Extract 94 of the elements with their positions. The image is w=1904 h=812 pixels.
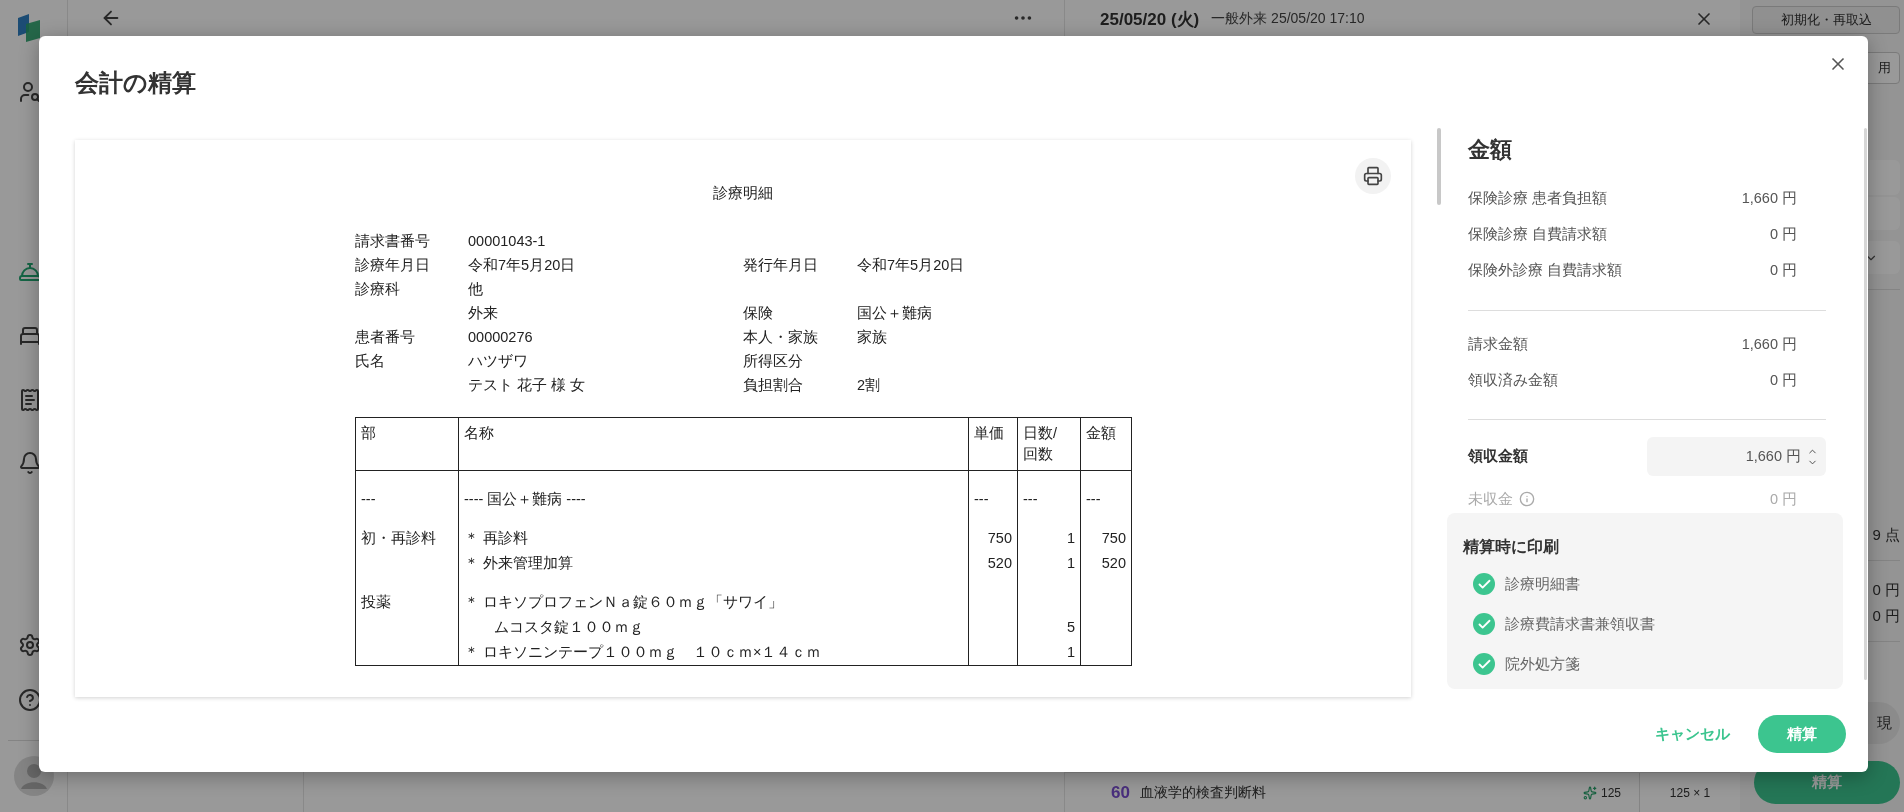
visit-date: 25/05/20 (火) <box>1100 8 1200 31</box>
item-quantity: 125 × 1 <box>1668 785 1712 800</box>
visit-info: 一般外来 25/05/20 17:10 <box>1211 10 1366 28</box>
sparkle-icon <box>1582 785 1597 800</box>
table-cell: ＊ ロキソプロフェンＮａ錠６０ｍｇ「サワイ」 <box>464 594 784 610</box>
field-value: 令和7年5月20日 <box>857 255 966 275</box>
printer-icon <box>1363 166 1383 186</box>
settings-icon[interactable] <box>18 633 42 657</box>
amount-label: 保険診療 自費請求額 <box>1468 224 1608 244</box>
amount-text: 0 円 <box>1872 606 1900 626</box>
amount-label: 未収金 <box>1468 489 1513 509</box>
column-header: 部 <box>355 417 459 471</box>
table-cell: 初・再診料 <box>361 530 436 546</box>
table-cell: ＊ ロキソニンテープ１００ｍｇ １０ｃｍ×１４ｃｍ <box>464 644 822 660</box>
field-value: 他 <box>468 279 484 299</box>
amount-value: 0 円 <box>1769 224 1797 244</box>
table-cell: --- <box>361 491 376 507</box>
bell-icon[interactable] <box>18 451 42 475</box>
scrollbar[interactable] <box>1437 128 1441 205</box>
field-label: 請求書番号 <box>355 231 431 251</box>
receipt-icon[interactable] <box>18 388 42 412</box>
table-cell: 750 <box>1101 530 1126 546</box>
scrollbar[interactable] <box>1864 128 1867 680</box>
table-cell: ＊ 再診料 <box>464 530 529 546</box>
table-cell: 5 <box>1066 619 1075 635</box>
field-label: 診療年月日 <box>355 255 431 275</box>
amount-label: 請求金額 <box>1468 334 1528 354</box>
bed-icon[interactable] <box>18 324 42 348</box>
document-title: 診療明細 <box>712 184 774 203</box>
checkbox-label: 院外処方箋 <box>1505 654 1580 674</box>
column-header: 日数/ 回数 <box>1017 417 1081 471</box>
field-value: 令和7年5月20日 <box>468 255 577 275</box>
column-header: 金額 <box>1080 417 1132 471</box>
table-cell: 750 <box>987 530 1012 546</box>
points-text: 9 点 <box>1872 525 1900 545</box>
amount-label: 保険外診療 自費請求額 <box>1468 260 1623 280</box>
field-value: 2割 <box>857 375 882 395</box>
column-header: 名称 <box>458 417 969 471</box>
amount-label: 保険診療 患者負担額 <box>1468 188 1608 208</box>
amount-value: 1,660 円 <box>1741 188 1797 208</box>
item-name: 血液学的検査判断料 <box>1139 783 1267 802</box>
table-cell: --- <box>1086 491 1101 507</box>
amount-label: 領収金額 <box>1468 447 1528 466</box>
section-title: 金額 <box>1468 136 1513 164</box>
field-value: ハツザワ <box>468 351 529 371</box>
field-value: 00001043-1 <box>468 233 547 249</box>
field-value: 00000276 <box>468 329 534 345</box>
logo-icon <box>18 14 40 42</box>
table-cell-text: ムコスタ錠１００ｍｇ <box>493 619 644 635</box>
field-label: 患者番号 <box>355 327 416 347</box>
cancel-button[interactable]: キャンセル <box>1655 724 1730 744</box>
table-cell: 520 <box>987 555 1012 571</box>
field-label: 発行年月日 <box>743 255 819 275</box>
dialog-title: 会計の精算 <box>75 68 196 98</box>
table-cell: 1 <box>1066 530 1075 546</box>
field-value: 国公＋難病 <box>857 303 933 323</box>
checkbox[interactable] <box>1473 653 1495 675</box>
table-cell: 1 <box>1066 644 1075 660</box>
table-cell: --- <box>974 491 989 507</box>
table-cell: ＊ 外来管理加算 <box>464 555 574 571</box>
help-icon[interactable] <box>18 688 42 712</box>
checkbox-label: 診療明細書 <box>1505 574 1580 594</box>
checkbox-label: 診療費請求書兼領収書 <box>1505 614 1655 634</box>
table-cell: 1 <box>1066 555 1075 571</box>
checkbox[interactable] <box>1473 573 1495 595</box>
submit-button[interactable]: 精算 <box>1758 715 1846 753</box>
amount-input[interactable]: 1,660 円 <box>1647 437 1826 476</box>
reset-button[interactable]: 初期化・再取込 <box>1752 6 1900 34</box>
table-cell: 520 <box>1101 555 1126 571</box>
field-label: 負担割合 <box>743 375 804 395</box>
field-label: 所得区分 <box>743 351 804 371</box>
print-button[interactable] <box>1355 158 1391 194</box>
column-header: 単価 <box>968 417 1018 471</box>
field-value: 家族 <box>857 327 888 347</box>
item-points: 60 <box>1111 782 1130 803</box>
amount-text: 0 円 <box>1872 580 1900 600</box>
amount-value: 1,660 円 <box>1741 334 1797 354</box>
amount-value: 0 円 <box>1769 489 1797 509</box>
checkbox[interactable] <box>1473 613 1495 635</box>
field-label: 氏名 <box>355 351 386 371</box>
field-label: 保険 <box>743 303 774 323</box>
amount-label: 領収済み金額 <box>1468 370 1558 390</box>
field-label: 診療科 <box>355 279 401 299</box>
field-value: テスト 花子 様 女 <box>468 375 587 395</box>
amount-value: 0 円 <box>1769 260 1797 280</box>
table-cell: --- <box>1023 491 1038 507</box>
amount-value: 0 円 <box>1769 370 1797 390</box>
field-value: 外来 <box>468 303 499 323</box>
service-bell-icon[interactable] <box>18 260 42 284</box>
print-options-title: 精算時に印刷 <box>1463 537 1560 557</box>
field-label: 本人・家族 <box>743 327 819 347</box>
table-cell: 投薬 <box>361 594 391 610</box>
user-search-icon[interactable] <box>18 80 42 104</box>
table-cell: ---- 国公＋難病 ---- <box>464 491 586 507</box>
